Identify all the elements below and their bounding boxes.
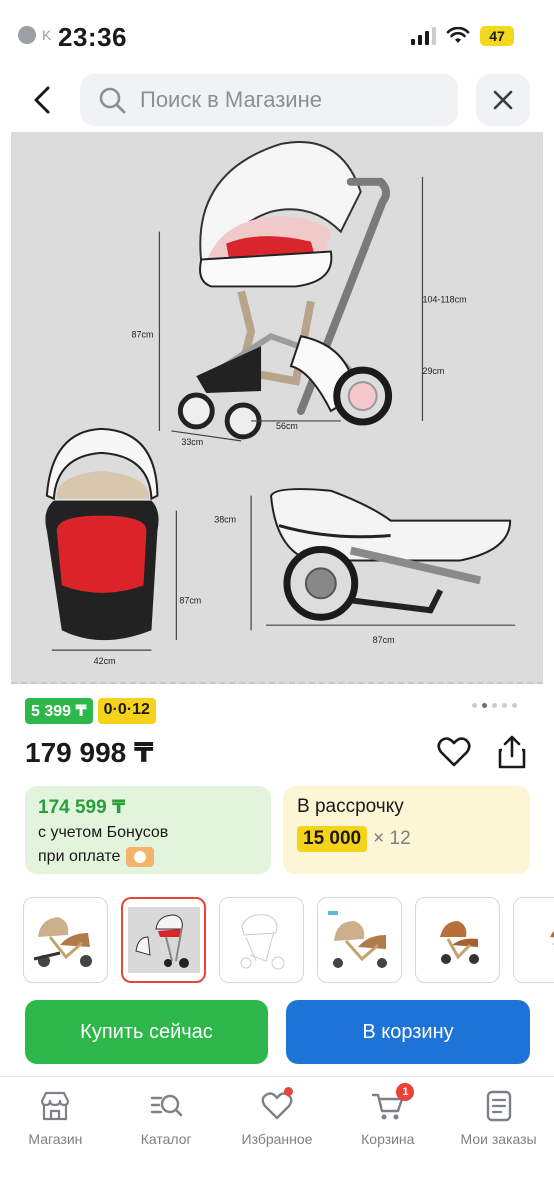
bonus-price-card[interactable]: 174 599 ₸ с учетом Бонусов при оплате	[25, 786, 271, 874]
stroller-folded-view: 38cm 87cm	[214, 488, 516, 645]
add-to-cart-button[interactable]: В корзину	[286, 1000, 530, 1064]
stroller-gold-thumb-icon	[33, 917, 92, 967]
wifi-icon	[446, 27, 470, 43]
dimension-label: 38cm	[214, 515, 236, 525]
close-icon	[493, 90, 513, 110]
search-icon	[99, 87, 126, 114]
favorites-notification-dot	[283, 1087, 293, 1096]
nav-label: Магазин	[28, 1131, 83, 1147]
thumbnail[interactable]	[513, 897, 554, 983]
installment-monthly: 15 000	[297, 826, 368, 852]
dimension-label: 87cm	[179, 595, 201, 605]
thumbnail[interactable]	[23, 897, 108, 983]
stroller-product-illustration: 87cm 104-118cm 29cm 33cm 56cm 87cm 42cm	[45, 140, 516, 666]
nav-label: Каталог	[140, 1131, 192, 1147]
stroller-main-view: 87cm 104-118cm 29cm 33cm 56cm	[132, 140, 467, 447]
status-time: 23:36	[58, 22, 127, 52]
nav-item-favorites[interactable]: Избранное	[222, 1077, 333, 1200]
pager-dot-active	[482, 703, 487, 708]
stroller-brown-thumb-icon	[439, 921, 479, 964]
back-to-app-indicator[interactable]: K	[18, 26, 51, 44]
stroller-sketch-thumb-icon	[240, 914, 284, 970]
orders-icon	[486, 1090, 511, 1122]
status-icons: 47	[411, 26, 514, 46]
stroller-carrycot-view: 87cm 42cm	[45, 427, 201, 666]
battery-indicator: 47	[480, 26, 514, 46]
nav-item-orders[interactable]: Мои заказы	[443, 1077, 554, 1200]
pager-dot	[472, 703, 477, 708]
store-icon	[41, 1091, 70, 1121]
thumbnail-active[interactable]	[121, 897, 206, 983]
dimension-label: 42cm	[94, 656, 116, 666]
kaspi-app-icon	[18, 26, 36, 44]
share-button[interactable]	[494, 734, 530, 770]
dimension-label: 33cm	[181, 437, 203, 447]
search-input[interactable]: Поиск в Магазине	[80, 74, 458, 126]
favorite-button[interactable]	[436, 734, 472, 770]
status-bar: K 23:36 47	[0, 0, 554, 72]
search-header: Поиск в Магазине	[0, 72, 554, 128]
search-placeholder: Поиск в Магазине	[140, 87, 322, 112]
thumbnail[interactable]	[317, 897, 402, 983]
bonus-price-amount: 174 599 ₸	[38, 797, 126, 818]
dimension-label: 104-118cm	[422, 294, 466, 304]
back-to-app-label: K	[42, 27, 52, 43]
product-price: 179 998 ₸	[25, 737, 154, 768]
dimension-label: 87cm	[373, 635, 395, 645]
pager-dot	[492, 703, 497, 708]
installment-term: × 12	[373, 828, 411, 849]
nav-label: Мои заказы	[460, 1131, 537, 1147]
nav-label: Избранное	[241, 1131, 313, 1147]
pager-dot	[502, 703, 507, 708]
buy-now-button[interactable]: Купить сейчас	[25, 1000, 268, 1064]
catalog-search-icon	[150, 1094, 183, 1117]
installment-row: 15 000 × 12	[297, 826, 516, 852]
bonus-price-line2-row: при оплате	[38, 847, 258, 867]
bonus-price-line2: при оплате	[38, 848, 121, 865]
promo-badges: 5 399 ₸ 0·0·12	[25, 698, 156, 724]
image-pager	[472, 703, 517, 708]
share-icon	[498, 735, 526, 769]
nav-item-catalog[interactable]: Каталог	[111, 1077, 222, 1200]
pager-dot	[512, 703, 517, 708]
heart-icon	[437, 737, 471, 767]
nav-label: Корзина	[361, 1131, 415, 1147]
thumbnail[interactable]	[219, 897, 304, 983]
back-button[interactable]	[22, 80, 62, 120]
bonus-badge: 5 399 ₸	[25, 698, 93, 724]
installment-badge: 0·0·12	[97, 698, 156, 724]
nav-item-cart[interactable]: 1 Корзина	[332, 1077, 443, 1200]
dimension-label: 29cm	[422, 366, 444, 376]
dimension-label: 87cm	[132, 329, 154, 339]
bottom-navigation: Магазин Каталог Избранное 1 Корзина Мои …	[0, 1076, 554, 1200]
close-search-button[interactable]	[476, 74, 530, 126]
nav-item-store[interactable]: Магазин	[0, 1077, 111, 1200]
stroller-gold-thumb-icon	[327, 911, 387, 968]
image-thumbnails	[23, 897, 554, 985]
installment-card[interactable]: В рассрочку 15 000 × 12	[283, 786, 530, 874]
kaspi-pay-icon	[126, 847, 155, 867]
stroller-partial-thumb-icon	[549, 930, 554, 946]
installment-title: В рассрочку	[297, 796, 404, 817]
product-image-gallery[interactable]: 87cm 104-118cm 29cm 33cm 56cm 87cm 42cm	[11, 132, 543, 684]
dimension-label: 56cm	[276, 421, 298, 431]
chevron-left-icon	[34, 86, 50, 114]
cart-count-badge: 1	[396, 1083, 415, 1101]
stroller-white-thumb-icon	[127, 907, 200, 973]
cellular-signal-icon	[411, 27, 436, 45]
thumbnail[interactable]	[415, 897, 500, 983]
bonus-price-line1: с учетом Бонусов	[38, 824, 169, 841]
